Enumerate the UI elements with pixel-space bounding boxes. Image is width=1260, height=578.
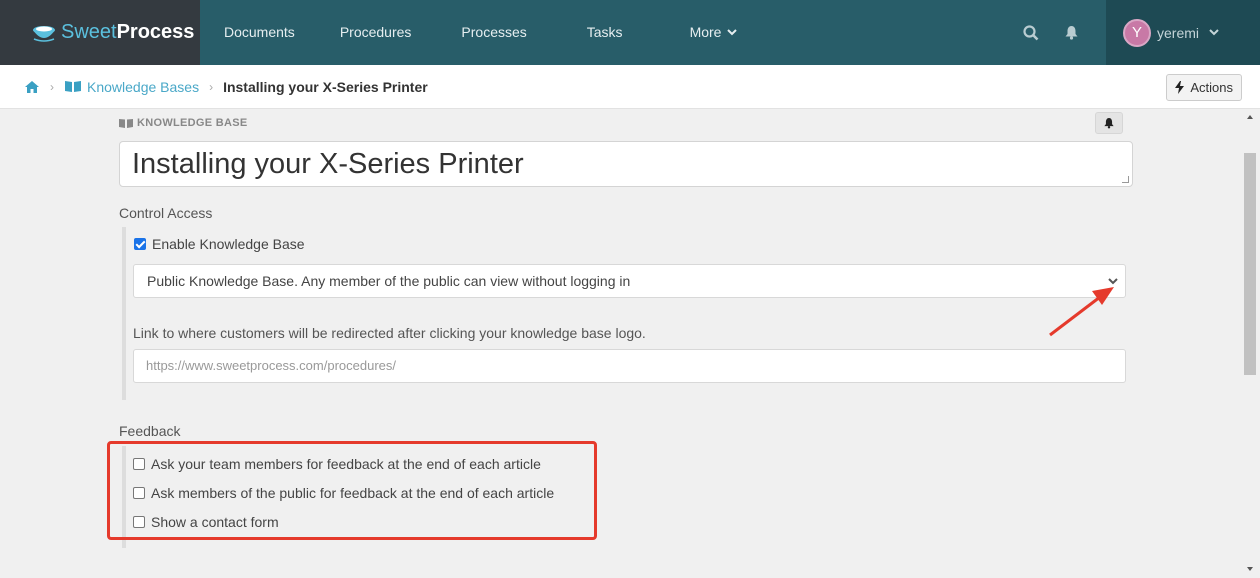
chevron-down-icon [1209, 29, 1219, 36]
enable-knowledge-base-checkbox[interactable]: Enable Knowledge Base [134, 236, 305, 252]
annotation-highlight-box [107, 441, 597, 540]
nav-procedures[interactable]: Procedures [340, 0, 412, 65]
search-button[interactable] [1011, 0, 1051, 65]
book-open-icon [65, 81, 81, 92]
breadcrumb-knowledge-bases[interactable]: Knowledge Bases [64, 79, 199, 95]
redirect-url-placeholder: https://www.sweetprocess.com/procedures/ [146, 358, 396, 373]
checkbox-checked[interactable] [134, 238, 146, 250]
user-menu[interactable]: Y yeremi [1106, 0, 1260, 65]
top-navbar: Sweet Process Documents Procedures Proces… [0, 0, 1260, 65]
nav-processes[interactable]: Processes [461, 0, 526, 65]
actions-label: Actions [1190, 80, 1233, 95]
annotation-arrow-icon [1049, 287, 1114, 337]
title-value: Installing your X-Series Printer [132, 148, 524, 180]
home-icon[interactable] [24, 80, 40, 94]
resize-handle-icon[interactable] [1122, 176, 1129, 183]
notifications-button[interactable] [1051, 0, 1091, 65]
breadcrumb-knowledge-bases-label: Knowledge Bases [87, 78, 200, 95]
book-open-icon [119, 119, 133, 128]
scroll-up-arrow-icon[interactable] [1247, 115, 1253, 119]
breadcrumb: › Knowledge Bases › Installing your X-Se… [0, 65, 1260, 109]
section-label-text: KNOWLEDGE BASE [137, 117, 248, 129]
redirect-url-input[interactable]: https://www.sweetprocess.com/procedures/ [133, 349, 1126, 383]
title-input[interactable]: Installing your X-Series Printer [119, 141, 1133, 187]
redirect-help-text: Link to where customers will be redirect… [133, 325, 646, 341]
search-icon [1023, 24, 1039, 40]
enable-knowledge-base-label: Enable Knowledge Base [152, 236, 305, 252]
chevron-down-icon [727, 29, 738, 36]
main-content: KNOWLEDGE BASE Installing your X-Series … [0, 110, 1242, 578]
scroll-down-arrow-icon[interactable] [1247, 567, 1253, 571]
scrollbar-thumb[interactable] [1244, 153, 1256, 375]
subscribe-bell-button[interactable] [1095, 112, 1123, 134]
nav-documents[interactable]: Documents [224, 0, 295, 65]
brand-sweet: Sweet [61, 21, 117, 43]
username: yeremi [1157, 24, 1200, 41]
bell-icon [1104, 118, 1114, 129]
breadcrumb-separator: › [50, 79, 54, 94]
cup-logo-icon [33, 25, 55, 42]
bell-icon [1065, 26, 1077, 40]
group-divider [122, 227, 126, 400]
nav-tasks[interactable]: Tasks [587, 0, 623, 65]
section-label: KNOWLEDGE BASE [119, 117, 248, 129]
nav-more-label: More [689, 24, 722, 40]
bolt-icon [1175, 81, 1185, 94]
brand-process: Process [116, 21, 195, 43]
nav-more-dropdown[interactable]: More [690, 0, 738, 65]
breadcrumb-separator: › [209, 79, 214, 94]
access-level-value: Public Knowledge Base. Any member of the… [147, 273, 631, 289]
access-level-select[interactable]: Public Knowledge Base. Any member of the… [133, 264, 1126, 298]
avatar: Y [1123, 18, 1151, 47]
actions-button[interactable]: Actions [1166, 74, 1242, 101]
feedback-label: Feedback [119, 423, 181, 439]
control-access-label: Control Access [119, 205, 213, 221]
brand-logo[interactable]: Sweet Process [0, 0, 200, 65]
breadcrumb-current: Installing your X-Series Printer [223, 78, 428, 95]
vertical-scrollbar[interactable] [1242, 110, 1260, 578]
